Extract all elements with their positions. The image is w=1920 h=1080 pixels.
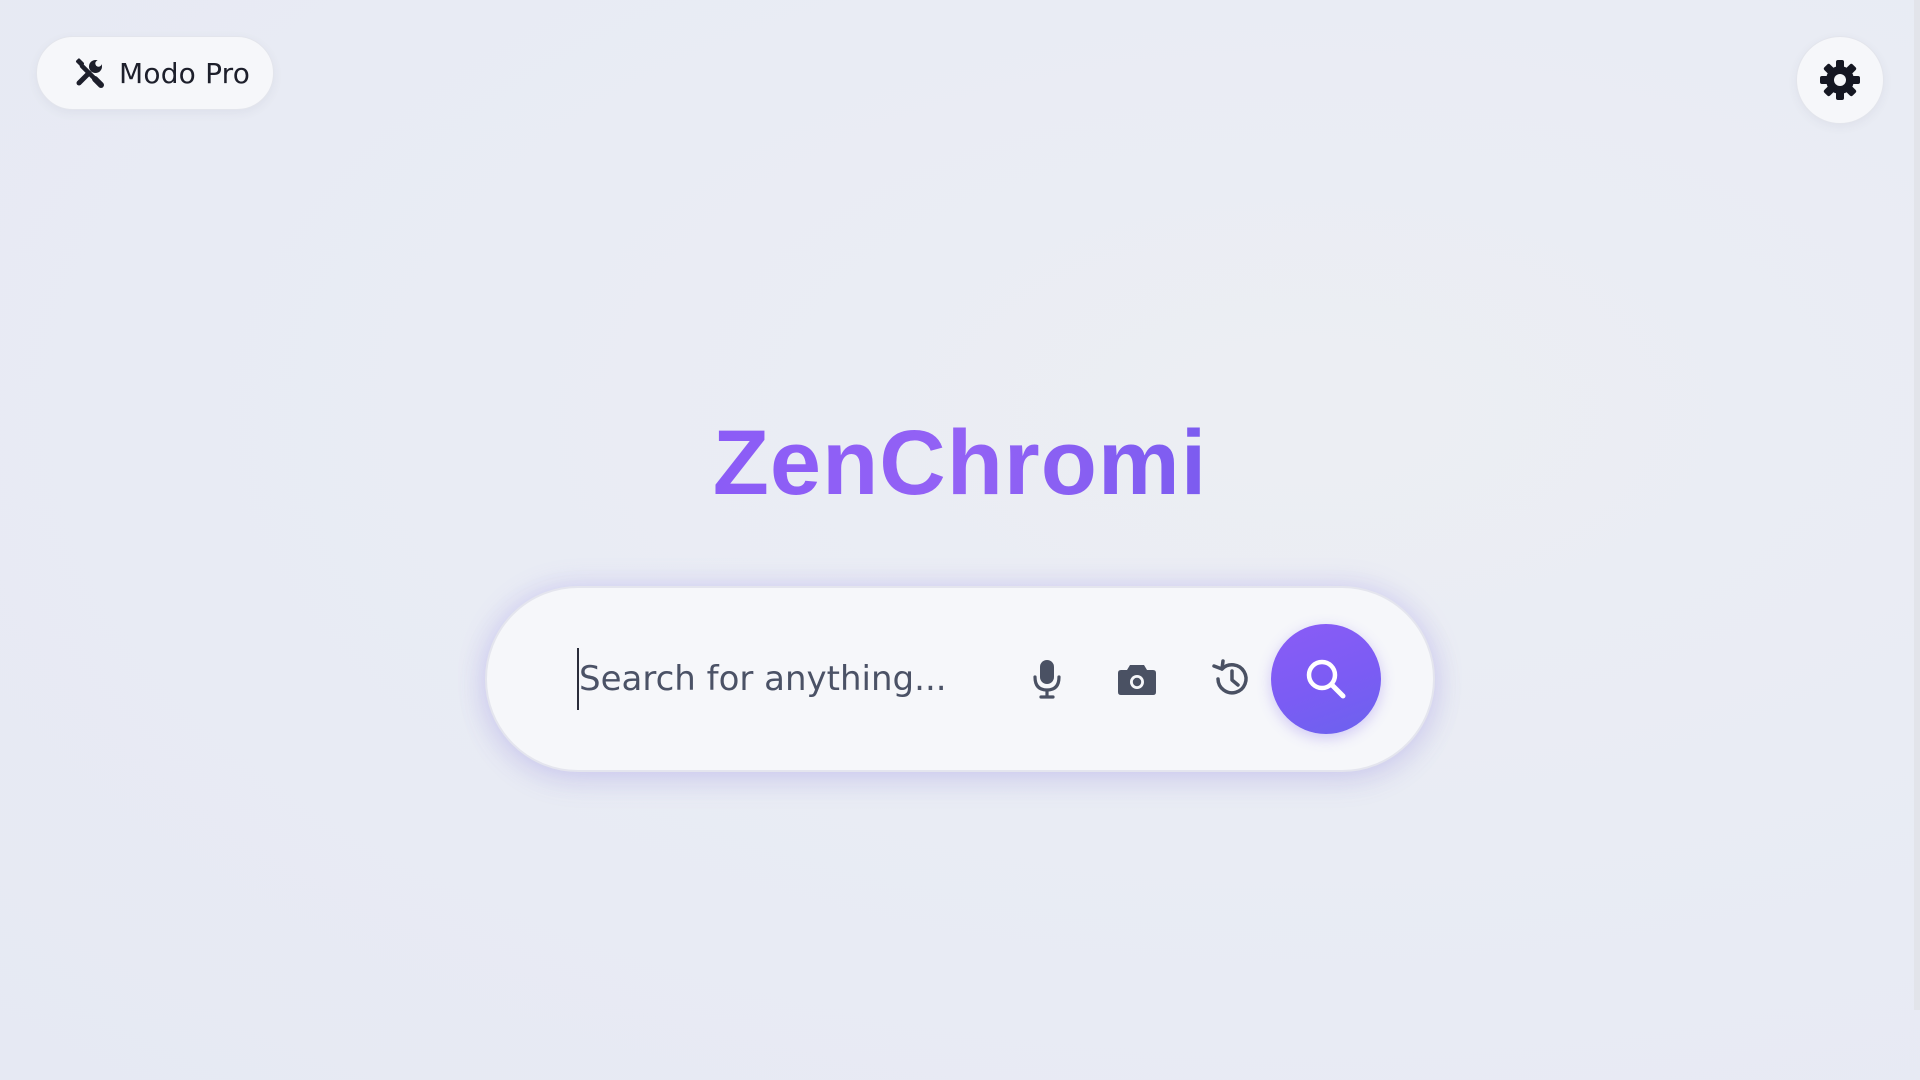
- search-bar: [485, 586, 1435, 772]
- history-icon: [1210, 658, 1252, 700]
- history-button[interactable]: [1203, 651, 1259, 707]
- gear-icon: [1818, 58, 1862, 102]
- search-button[interactable]: [1271, 624, 1381, 734]
- camera-icon: [1116, 661, 1158, 697]
- pro-mode-button[interactable]: Modo Pro: [36, 36, 274, 110]
- tools-icon: [73, 57, 105, 89]
- microphone-icon: [1031, 658, 1063, 700]
- settings-button[interactable]: [1796, 36, 1884, 124]
- search-icon: [1303, 656, 1349, 702]
- search-input[interactable]: [577, 648, 1021, 710]
- voice-search-button[interactable]: [1019, 651, 1075, 707]
- logo: ZenChromi: [0, 408, 1920, 518]
- image-search-button[interactable]: [1109, 651, 1165, 707]
- logo-text: ZenChromi: [712, 412, 1208, 514]
- pro-mode-label: Modo Pro: [119, 56, 251, 90]
